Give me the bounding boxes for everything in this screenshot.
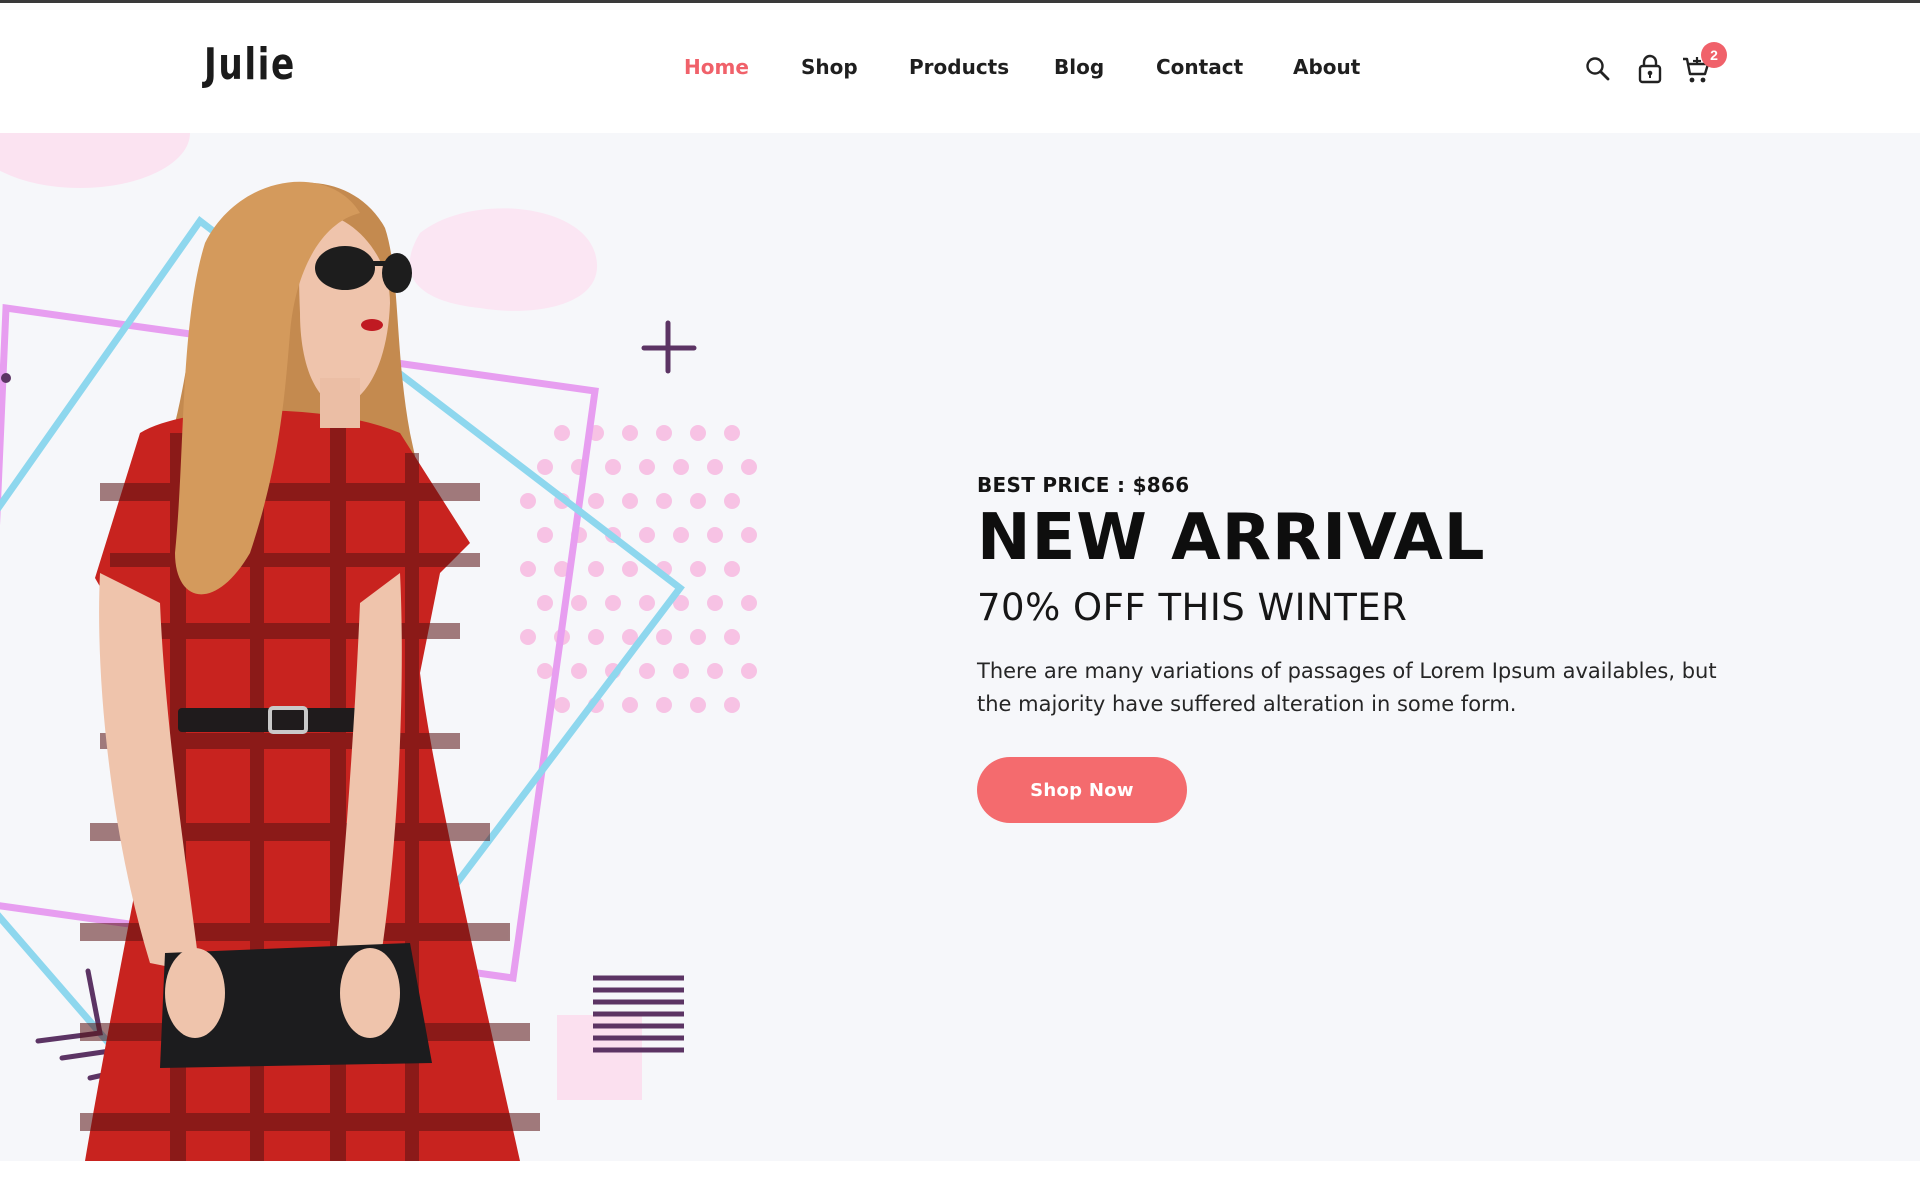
hero-banner: BEST PRICE : $866 NEW ARRIVAL 70% OFF TH… <box>0 133 1920 1161</box>
site-header: Julie Home Shop Products Blog Contact Ab… <box>0 3 1920 133</box>
hero-content: BEST PRICE : $866 NEW ARRIVAL 70% OFF TH… <box>977 473 1757 824</box>
dot-decoration <box>1 373 11 383</box>
plus-decoration <box>641 320 697 374</box>
hero-illustration <box>0 133 757 1161</box>
nav-home[interactable]: Home <box>684 55 749 79</box>
lock-icon[interactable] <box>1637 54 1663 84</box>
nav-about[interactable]: About <box>1293 55 1360 79</box>
nav-contact[interactable]: Contact <box>1156 55 1243 79</box>
pink-blob-top <box>0 133 190 188</box>
hero-subtitle: 70% OFF THIS WINTER <box>977 586 1408 630</box>
nav-products[interactable]: Products <box>909 55 1009 79</box>
page-bottom <box>0 1161 1920 1200</box>
stripes-decoration <box>593 975 684 1053</box>
pink-blob <box>409 208 598 311</box>
main-nav: Home Shop Products Blog Contact About <box>0 55 1920 85</box>
search-icon[interactable] <box>1585 56 1611 82</box>
cart-count-badge: 2 <box>1701 42 1727 68</box>
best-price-label: BEST PRICE : $866 <box>977 473 1190 497</box>
shop-now-button[interactable]: Shop Now <box>977 757 1187 824</box>
nav-shop[interactable]: Shop <box>801 55 858 79</box>
nav-blog[interactable]: Blog <box>1054 55 1104 79</box>
hero-title: NEW ARRIVAL <box>977 501 1486 575</box>
hero-description: There are many variations of passages of… <box>977 659 1717 717</box>
